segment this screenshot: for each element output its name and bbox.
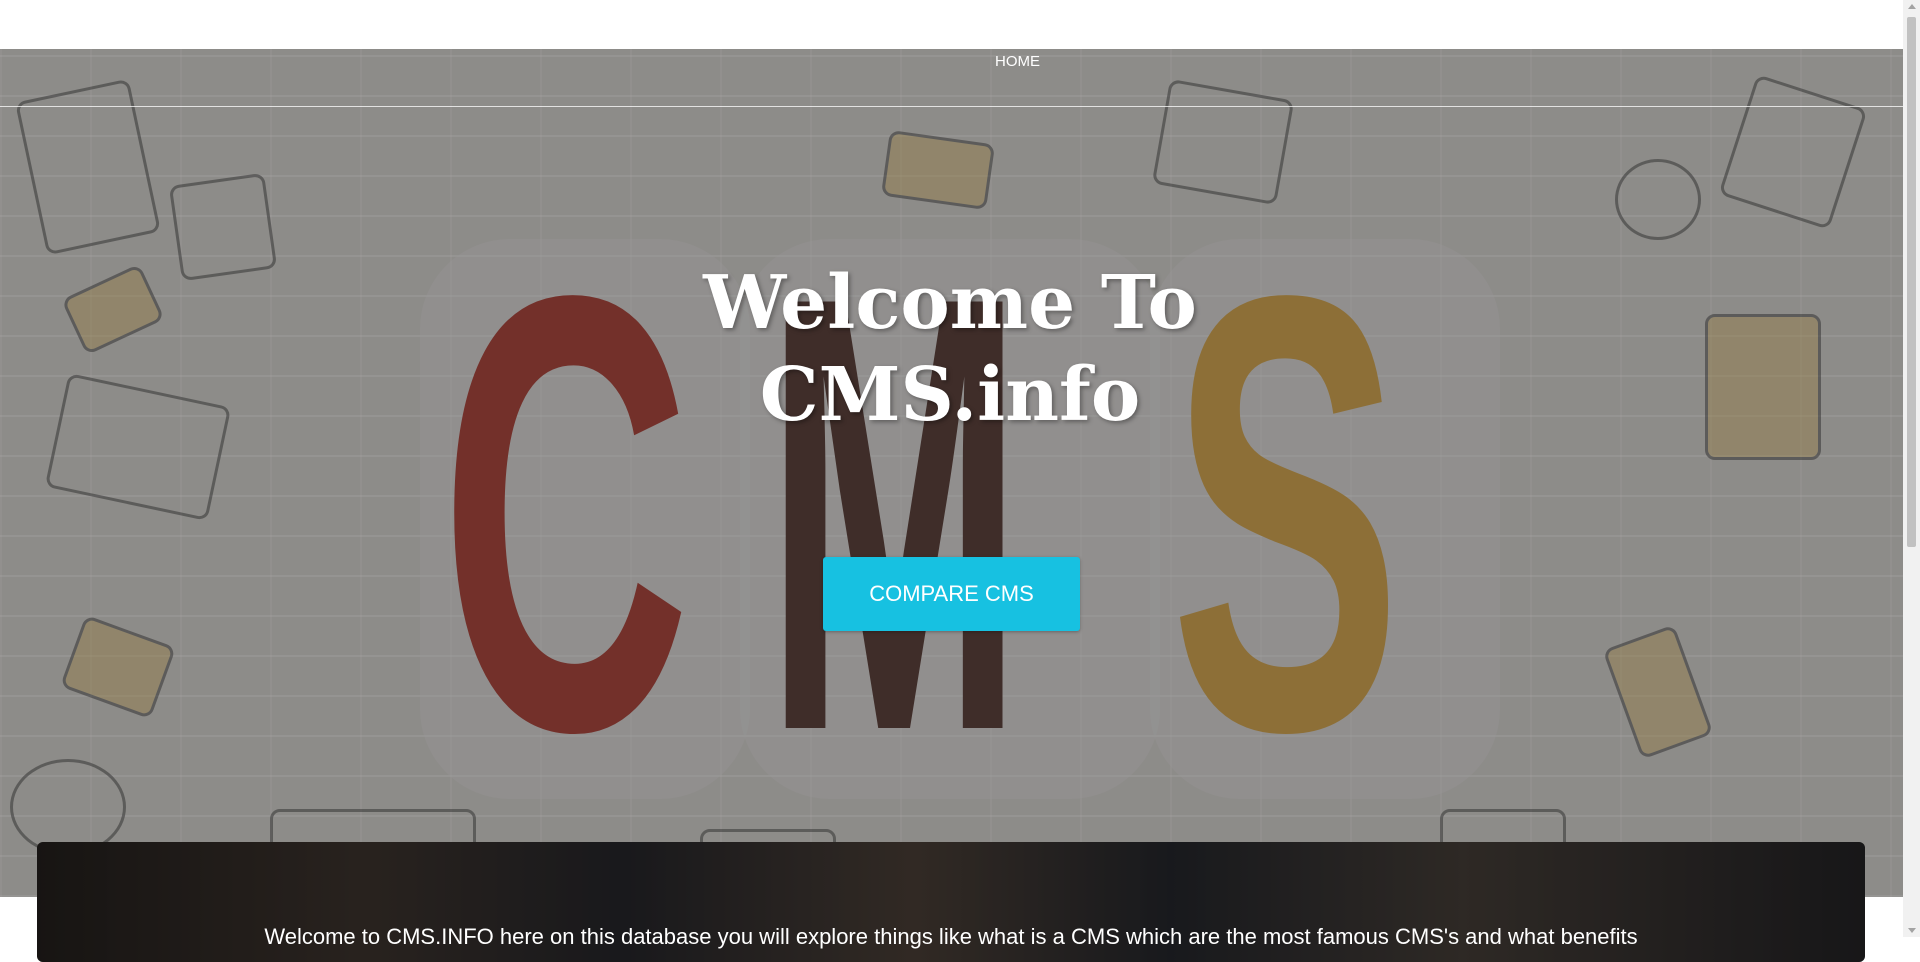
- scroll-up-arrow-icon[interactable]: [1908, 4, 1916, 9]
- scroll-down-arrow-icon[interactable]: [1908, 928, 1916, 933]
- top-navigation: HOME: [0, 49, 1903, 107]
- intro-section: Welcome to CMS.INFO here on this databas…: [37, 842, 1865, 962]
- compare-cms-button[interactable]: COMPARE CMS: [823, 557, 1080, 631]
- nav-home-link[interactable]: HOME: [995, 53, 1040, 70]
- scrollbar-thumb[interactable]: [1907, 17, 1916, 547]
- hero-heading-line1: Welcome To: [703, 260, 1197, 346]
- hero-heading: Welcome To CMS.info: [600, 257, 1300, 441]
- intro-text: Welcome to CMS.INFO here on this databas…: [264, 924, 1638, 949]
- hero-section: C M S HOME: [0, 49, 1903, 897]
- hero-overlay: [0, 49, 1903, 897]
- hero-heading-line2: CMS.info: [759, 352, 1141, 438]
- top-white-bar: [0, 0, 1903, 49]
- page-scrollbar[interactable]: [1903, 0, 1920, 937]
